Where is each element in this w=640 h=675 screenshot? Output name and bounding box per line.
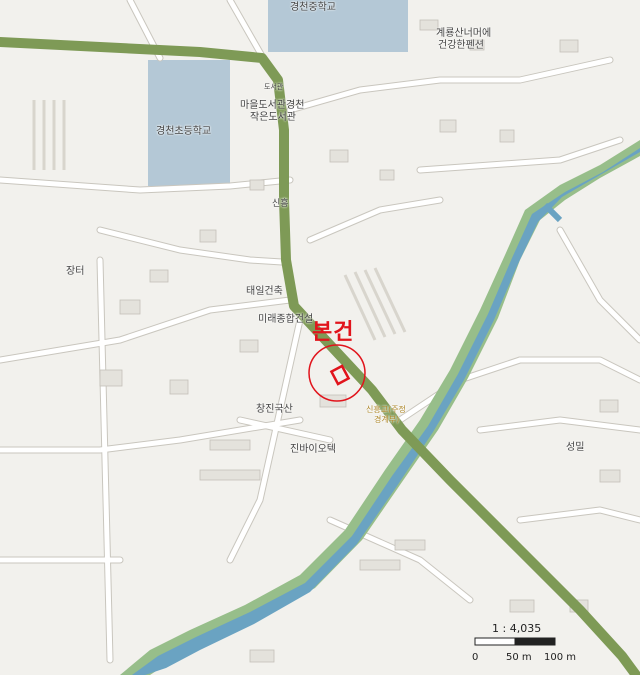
library-tag-label: 도서관	[264, 83, 284, 91]
elementary-school-label[interactable]: 경천초등학교	[156, 122, 211, 137]
library-label-line2[interactable]: 작은도서관	[250, 108, 296, 123]
middle-school-area	[268, 0, 408, 52]
jinbio-label[interactable]: 진바이오텍	[290, 440, 336, 455]
scale-tick-0: 0	[472, 652, 479, 663]
taeil-label[interactable]: 태일건축	[246, 282, 283, 297]
sinheung-label[interactable]: 신흥	[272, 196, 289, 209]
marker-label: 본건	[312, 320, 355, 345]
mirae-label[interactable]: 미래종합건설	[258, 310, 313, 325]
jangteo-label[interactable]: 장터	[66, 262, 84, 277]
seongmil-label[interactable]: 성밀	[566, 438, 584, 453]
pension-label-line2[interactable]: 건강한펜션	[438, 36, 484, 51]
scale-ratio: 1 : 4,035	[492, 622, 542, 635]
middle-school-label[interactable]: 경천중학교	[290, 0, 336, 13]
scale-tick-100: 100 m	[544, 652, 577, 663]
scale-bar: 1 : 4,035 0 50 m 100 m	[470, 620, 600, 670]
bridge-label-line2[interactable]: 경계부)	[374, 414, 399, 425]
changjin-label[interactable]: 창진국산	[256, 400, 293, 415]
scale-tick-50: 50 m	[506, 652, 532, 663]
